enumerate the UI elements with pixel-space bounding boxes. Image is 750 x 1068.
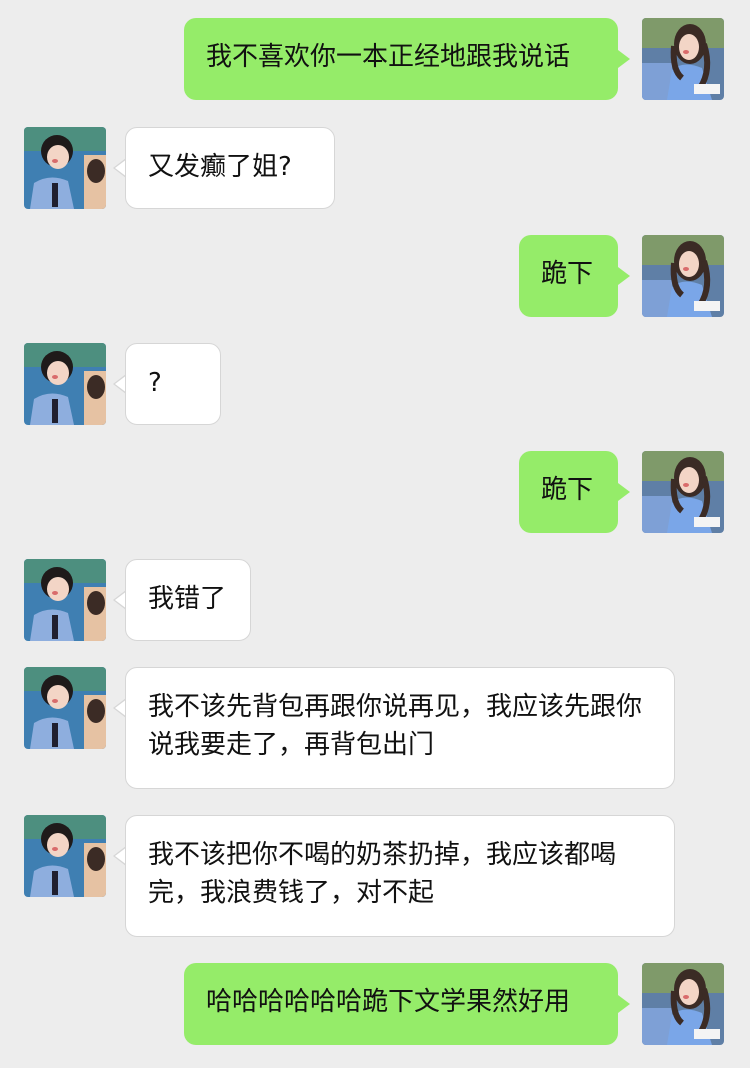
message-bubble[interactable]: 哈哈哈哈哈哈跪下文学果然好用 xyxy=(184,963,618,1045)
girl-avatar-icon xyxy=(642,963,724,1045)
bubble-tail xyxy=(618,995,630,1013)
message-row: 哈哈哈哈哈哈跪下文学果然好用 xyxy=(0,0,750,1060)
self-avatar[interactable] xyxy=(642,963,724,1045)
message-text: 哈哈哈哈哈哈跪下文学果然好用 xyxy=(206,987,571,1017)
